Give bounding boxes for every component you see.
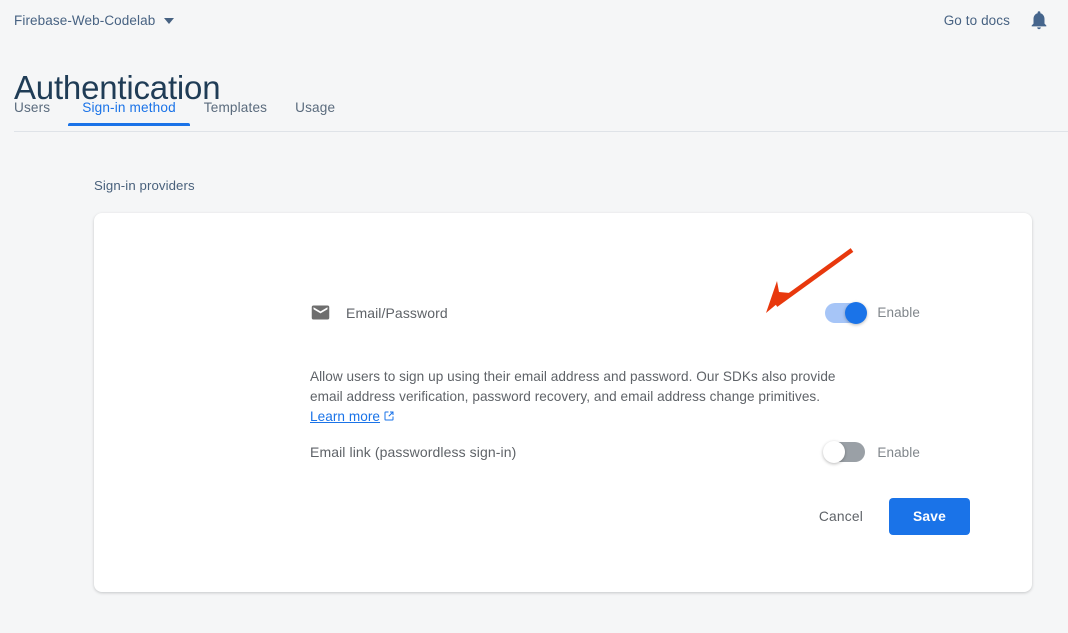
sign-in-providers-card: Email/Password Enable Allow users to sig… (94, 213, 1032, 592)
tab-users[interactable]: Users (14, 100, 64, 126)
toggle-knob (823, 441, 845, 463)
learn-more-link[interactable]: Learn more (310, 409, 380, 424)
save-button[interactable]: Save (889, 498, 970, 535)
provider-toggle-group: Enable (825, 303, 920, 323)
toggle-label: Enable (877, 305, 920, 320)
provider-description-text: Allow users to sign up using their email… (310, 369, 836, 404)
cancel-button[interactable]: Cancel (805, 500, 877, 533)
tab-templates[interactable]: Templates (190, 100, 281, 126)
card-actions: Cancel Save (805, 498, 970, 535)
email-password-enable-toggle[interactable] (825, 303, 865, 323)
provider-description: Allow users to sign up using their email… (310, 367, 840, 428)
external-link-icon[interactable] (380, 409, 395, 424)
project-selector[interactable]: Firebase-Web-Codelab (14, 13, 174, 28)
mail-icon (310, 302, 331, 323)
provider-toggle-group: Enable (825, 442, 920, 462)
provider-row-email-link: Email link (passwordless sign-in) Enable (310, 442, 920, 462)
provider-name-label: Email/Password (346, 305, 448, 321)
chevron-down-icon (164, 18, 174, 24)
top-bar: Firebase-Web-Codelab Go to docs (0, 0, 1068, 40)
tab-sign-in-method[interactable]: Sign-in method (68, 100, 190, 126)
tab-usage[interactable]: Usage (281, 100, 349, 126)
toggle-label: Enable (877, 445, 920, 460)
tab-bar: Users Sign-in method Templates Usage (0, 100, 1068, 132)
project-name-label: Firebase-Web-Codelab (14, 13, 155, 28)
bell-icon[interactable] (1028, 9, 1050, 31)
top-bar-actions: Go to docs (944, 9, 1050, 31)
toggle-knob (845, 302, 867, 324)
go-to-docs-link[interactable]: Go to docs (944, 13, 1010, 28)
sign-in-providers-label: Sign-in providers (94, 178, 195, 193)
provider-row-email-password: Email/Password Enable (310, 302, 920, 323)
provider-name-label: Email link (passwordless sign-in) (310, 444, 516, 460)
email-link-enable-toggle[interactable] (825, 442, 865, 462)
tab-bar-divider (14, 131, 1068, 132)
